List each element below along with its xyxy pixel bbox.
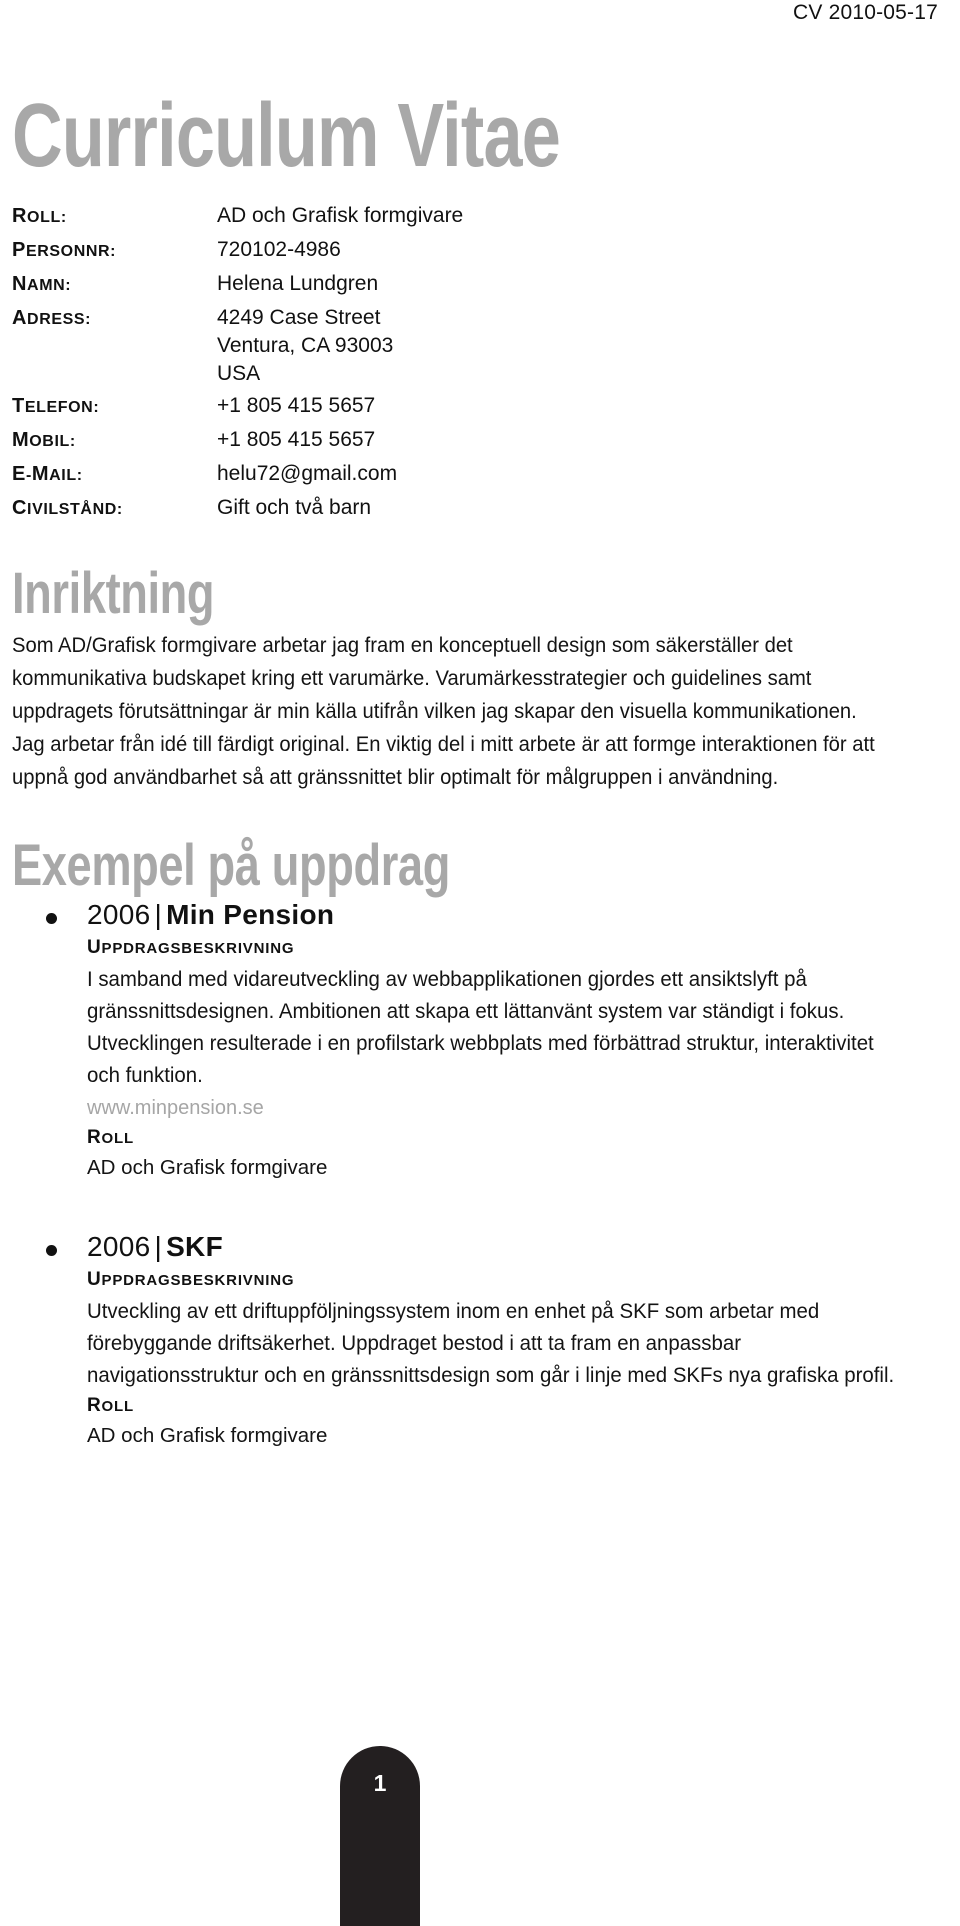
detail-value-civilstand: Gift och två barn [217, 495, 372, 519]
document-header: CV 2010-05-17 [12, 0, 938, 46]
detail-label-namn: NAMN: [12, 272, 72, 295]
assignment-role: AD och Grafisk formgivare [87, 1155, 328, 1179]
page-title: Curriculum Vitae [12, 86, 561, 186]
detail-value-adress: 4249 Case Street Ventura, CA 93003 USA [217, 305, 394, 385]
section-heading-inriktning: Inriktning [12, 560, 215, 626]
detail-value-email: helu72@gmail.com [217, 461, 398, 485]
document-date: CV 2010-05-17 [792, 1, 938, 24]
assignment-separator: | [154, 898, 163, 930]
table-row: PERSONNR: 720102-4986 [12, 236, 463, 270]
table-row: CIVILSTÅND: Gift och två barn [12, 494, 463, 528]
assignment-name: Min Pension [166, 898, 335, 930]
page-number-badge: 1 [340, 1746, 420, 1926]
assignment-url[interactable]: www.minpension.se [87, 1093, 938, 1123]
assignment-description-label: UPPDRAGSBESKRIVNING [87, 1268, 295, 1290]
detail-label-personnr: PERSONNR: [12, 238, 117, 261]
detail-value-mobil: +1 805 415 5657 [217, 427, 376, 451]
detail-value-personnr: 720102-4986 [217, 237, 341, 261]
table-row: ROLL: AD och Grafisk formgivare [12, 202, 463, 236]
personal-details-body: ROLL: AD och Grafisk formgivare PERSONNR… [12, 202, 463, 528]
detail-value-namn: Helena Lundgren [217, 271, 379, 295]
assignment-year: 2006 [87, 1230, 151, 1262]
personal-details-table: ROLL: AD och Grafisk formgivare PERSONNR… [12, 202, 463, 528]
assignment-list: 2006 | Min Pension UPPDRAGSBESKRIVNING I s… [12, 897, 938, 1451]
list-item: 2006 | SKF UPPDRAGSBESKRIVNING Utveckling … [12, 1229, 938, 1451]
detail-label-email: E-MAIL: [12, 462, 83, 485]
assignment-description-label: UPPDRAGSBESKRIVNING [87, 936, 295, 958]
detail-value-telefon: +1 805 415 5657 [217, 393, 376, 417]
section-heading-exempel: Exempel på uppdrag [12, 832, 450, 898]
table-row: E-MAIL: helu72@gmail.com [12, 460, 463, 494]
cv-page: CV 2010-05-17 Curriculum Vitae ROLL: AD … [0, 0, 960, 1926]
assignment-role: AD och Grafisk formgivare [87, 1423, 328, 1447]
page-number: 1 [373, 1770, 387, 1796]
table-row: ADRESS: 4249 Case Street Ventura, CA 930… [12, 304, 463, 392]
table-row: MOBIL: +1 805 415 5657 [12, 426, 463, 460]
bullet-icon [46, 1244, 57, 1256]
assignment-role-label: ROLL [87, 1394, 134, 1416]
assignment-heading: 2006 | SKF [87, 1229, 938, 1265]
list-item: 2006 | Min Pension UPPDRAGSBESKRIVNING I s… [12, 897, 938, 1183]
detail-value-roll: AD och Grafisk formgivare [217, 203, 464, 227]
assignment-role-label: ROLL [87, 1126, 134, 1148]
detail-label-telefon: TELEFON: [12, 394, 100, 417]
assignment-year: 2006 [87, 898, 151, 930]
assignment-description: I samband med vidareutveckling av webbap… [87, 966, 874, 1087]
table-row: NAMN: Helena Lundgren [12, 270, 463, 304]
assignment-name: SKF [166, 1230, 223, 1262]
detail-label-mobil: MOBIL: [12, 428, 76, 451]
detail-label-civilstand: CIVILSTÅND: [12, 496, 123, 519]
table-row: TELEFON: +1 805 415 5657 [12, 392, 463, 426]
bullet-icon [46, 912, 57, 924]
detail-label-adress: ADRESS: [12, 306, 92, 329]
inriktning-paragraph: Som AD/Grafisk formgivare arbetar jag fr… [12, 632, 875, 789]
detail-label-roll: ROLL: [12, 204, 67, 227]
assignment-separator: | [154, 1230, 163, 1262]
assignment-description: Utveckling av ett driftuppföljningssyste… [87, 1298, 895, 1387]
assignment-heading: 2006 | Min Pension [87, 897, 938, 933]
